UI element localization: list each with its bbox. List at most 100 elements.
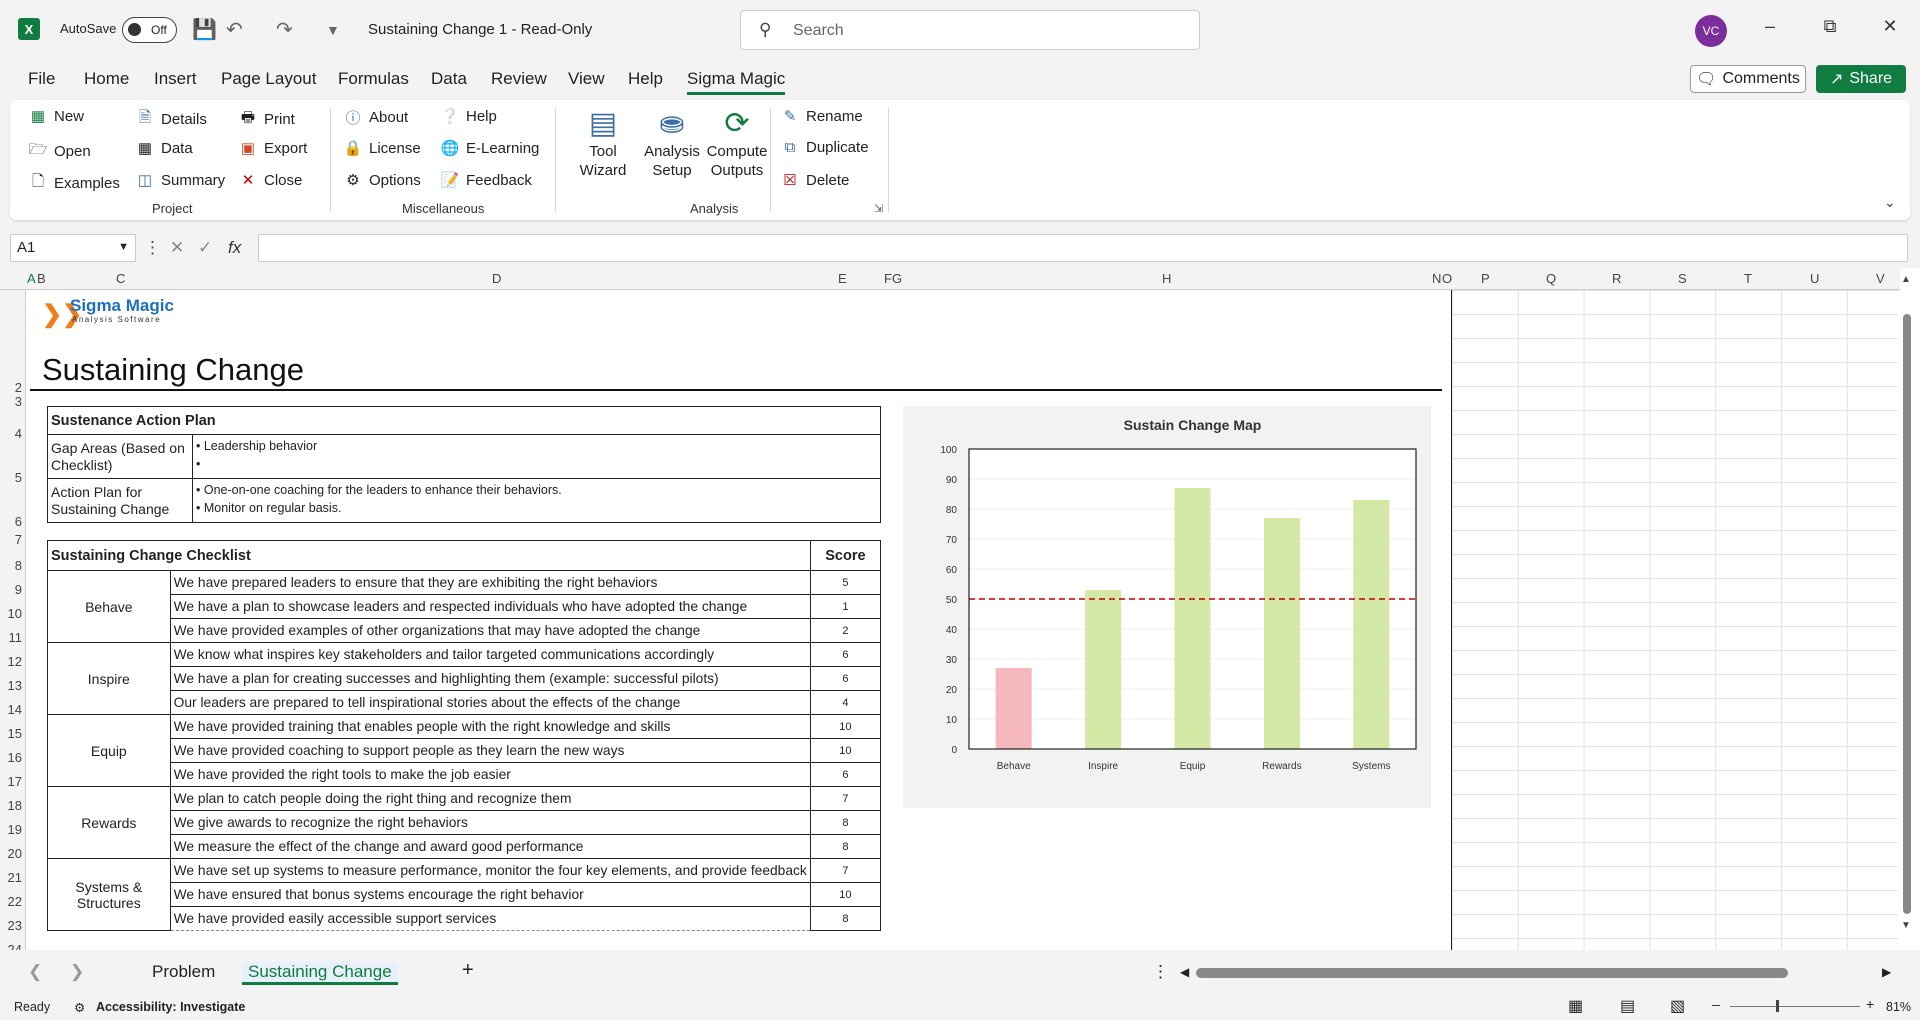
zoom-out-icon[interactable]: –	[1712, 996, 1720, 1012]
checklist-item[interactable]: We have ensured that bonus systems encou…	[169, 882, 811, 907]
restore-icon[interactable]: ⧉	[1815, 16, 1845, 37]
checklist-item[interactable]: We know what inspires key stakeholders a…	[169, 642, 811, 667]
insert-function-icon[interactable]: fx	[228, 238, 241, 258]
undo-icon[interactable]: ↶	[226, 17, 243, 42]
scroll-up-icon[interactable]: ▲	[1901, 274, 1911, 285]
close-button[interactable]: ✕ Close	[238, 171, 303, 190]
summary-button[interactable]: ◫ Summary	[135, 171, 225, 190]
tab-file[interactable]: File	[28, 69, 55, 89]
export-button[interactable]: ▣ Export	[238, 139, 307, 158]
row-header[interactable]: 11	[0, 630, 23, 645]
row-header[interactable]: 19	[0, 822, 22, 837]
checklist-item[interactable]: We plan to catch people doing the right …	[169, 786, 811, 811]
normal-view-icon[interactable]: ▦	[1568, 996, 1583, 1016]
column-header[interactable]: Q	[1546, 271, 1556, 286]
tab-review[interactable]: Review	[491, 69, 547, 89]
column-header[interactable]: O	[1442, 271, 1452, 286]
close-window-icon[interactable]: ✕	[1875, 16, 1905, 37]
horizontal-scroll-thumb[interactable]	[1196, 968, 1788, 978]
row-header[interactable]: 7	[0, 532, 22, 547]
checklist-item[interactable]: We have provided easily accessible suppo…	[169, 906, 811, 931]
checklist-item[interactable]: We have provided coaching to support peo…	[169, 738, 811, 763]
checklist-item[interactable]: We have provided the right tools to make…	[169, 762, 811, 787]
action-plan-label[interactable]: Action Plan for Sustaining Change	[47, 478, 193, 523]
category-cell[interactable]: Behave	[47, 570, 171, 643]
new-button[interactable]: ▦ New	[28, 107, 84, 126]
row-header[interactable]: 2	[0, 380, 22, 395]
scroll-right-icon[interactable]: ▶	[1882, 965, 1891, 979]
tab-data[interactable]: Data	[431, 69, 467, 89]
document-title[interactable]: Sustaining Change 1 - Read-Only	[368, 21, 592, 38]
row-header[interactable]: 15	[0, 726, 22, 741]
user-avatar[interactable]: VC	[1695, 15, 1727, 47]
row-header[interactable]: 10	[0, 606, 22, 621]
checklist-item[interactable]: We have a plan to showcase leaders and r…	[169, 594, 811, 619]
score-cell[interactable]: 7	[809, 858, 882, 883]
gap-areas-cell[interactable]: • Leadership behavior •	[192, 434, 881, 479]
row-header[interactable]: 21	[0, 870, 22, 885]
score-cell[interactable]: 10	[809, 738, 882, 763]
column-header[interactable]: D	[492, 271, 501, 286]
next-sheet-icon[interactable]: ❯	[70, 962, 84, 982]
dialog-launcher-icon[interactable]: ⇲	[874, 202, 883, 215]
compute-outputs-button[interactable]: ⟳ Compute Outputs	[695, 106, 779, 180]
accessibility-status[interactable]: Accessibility: Investigate	[96, 1000, 245, 1014]
row-header[interactable]: 4	[0, 426, 22, 441]
row-header[interactable]: 5	[0, 470, 22, 485]
column-header[interactable]: S	[1678, 271, 1687, 286]
autosave-toggle[interactable]: Off	[122, 17, 177, 43]
row-header[interactable]: 20	[0, 846, 22, 861]
score-cell[interactable]: 6	[809, 666, 882, 691]
minimize-icon[interactable]: –	[1755, 16, 1785, 37]
score-cell[interactable]: 1	[809, 594, 882, 619]
customize-toolbar-icon[interactable]: ▼	[326, 22, 340, 38]
category-cell[interactable]: Rewards	[47, 786, 171, 859]
rename-button[interactable]: ✎ Rename	[780, 107, 863, 126]
score-cell[interactable]: 10	[809, 882, 882, 907]
checklist-item[interactable]: We have a plan for creating successes an…	[169, 666, 811, 691]
column-header[interactable]: C	[116, 271, 125, 286]
category-cell[interactable]: Inspire	[47, 642, 171, 715]
column-header[interactable]: V	[1876, 271, 1885, 286]
scroll-down-icon[interactable]: ▼	[1901, 920, 1911, 931]
more-options-icon[interactable]: ⋮	[144, 238, 161, 258]
row-header[interactable]: 8	[0, 558, 22, 573]
examples-button[interactable]: 🗋 Examples	[28, 171, 120, 196]
row-header[interactable]: 17	[0, 774, 22, 789]
checklist-item[interactable]: We have set up systems to measure perfor…	[169, 858, 811, 883]
checklist-item[interactable]: We give awards to recognize the right be…	[169, 810, 811, 835]
row-header[interactable]: 13	[0, 678, 22, 693]
column-header[interactable]: H	[1162, 271, 1171, 286]
column-header[interactable]: U	[1810, 271, 1819, 286]
feedback-button[interactable]: 📝 Feedback	[440, 171, 532, 190]
score-cell[interactable]: 4	[809, 690, 882, 715]
collapse-ribbon-icon[interactable]: ⌄	[1884, 194, 1896, 211]
tab-help[interactable]: Help	[628, 69, 663, 89]
checklist-item[interactable]: We measure the effect of the change and …	[169, 834, 811, 859]
vertical-scroll-thumb[interactable]	[1903, 314, 1911, 914]
row-header[interactable]: 9	[0, 582, 22, 597]
checklist-item[interactable]: We have provided training that enables p…	[169, 714, 811, 739]
row-header[interactable]: 16	[0, 750, 22, 765]
checklist-item[interactable]: We have prepared leaders to ensure that …	[169, 570, 811, 595]
scroll-left-icon[interactable]: ◀	[1180, 965, 1189, 979]
score-cell[interactable]: 6	[809, 642, 882, 667]
search-box[interactable]: ⚲ Search	[740, 10, 1200, 50]
duplicate-button[interactable]: ⧉ Duplicate	[780, 139, 869, 156]
tab-view[interactable]: View	[568, 69, 605, 89]
redo-icon[interactable]: ↷	[276, 17, 293, 42]
category-cell[interactable]: Equip	[47, 714, 171, 787]
tab-page-layout[interactable]: Page Layout	[221, 69, 316, 89]
tab-formulas[interactable]: Formulas	[338, 69, 409, 89]
comments-button[interactable]: 🗨 Comments	[1690, 65, 1806, 93]
row-header[interactable]: 18	[0, 798, 22, 813]
vertical-scrollbar[interactable]: ▲ ▼	[1901, 274, 1912, 931]
column-header[interactable]: T	[1744, 271, 1752, 286]
share-button[interactable]: ↗ Share	[1816, 65, 1906, 93]
score-cell[interactable]: 8	[809, 834, 882, 859]
details-button[interactable]: 🗎 Details	[135, 107, 207, 132]
zoom-slider-thumb[interactable]	[1776, 1000, 1779, 1012]
tab-insert[interactable]: Insert	[154, 69, 197, 89]
checklist-item[interactable]: We have provided examples of other organ…	[169, 618, 811, 643]
score-cell[interactable]: 8	[809, 906, 882, 931]
